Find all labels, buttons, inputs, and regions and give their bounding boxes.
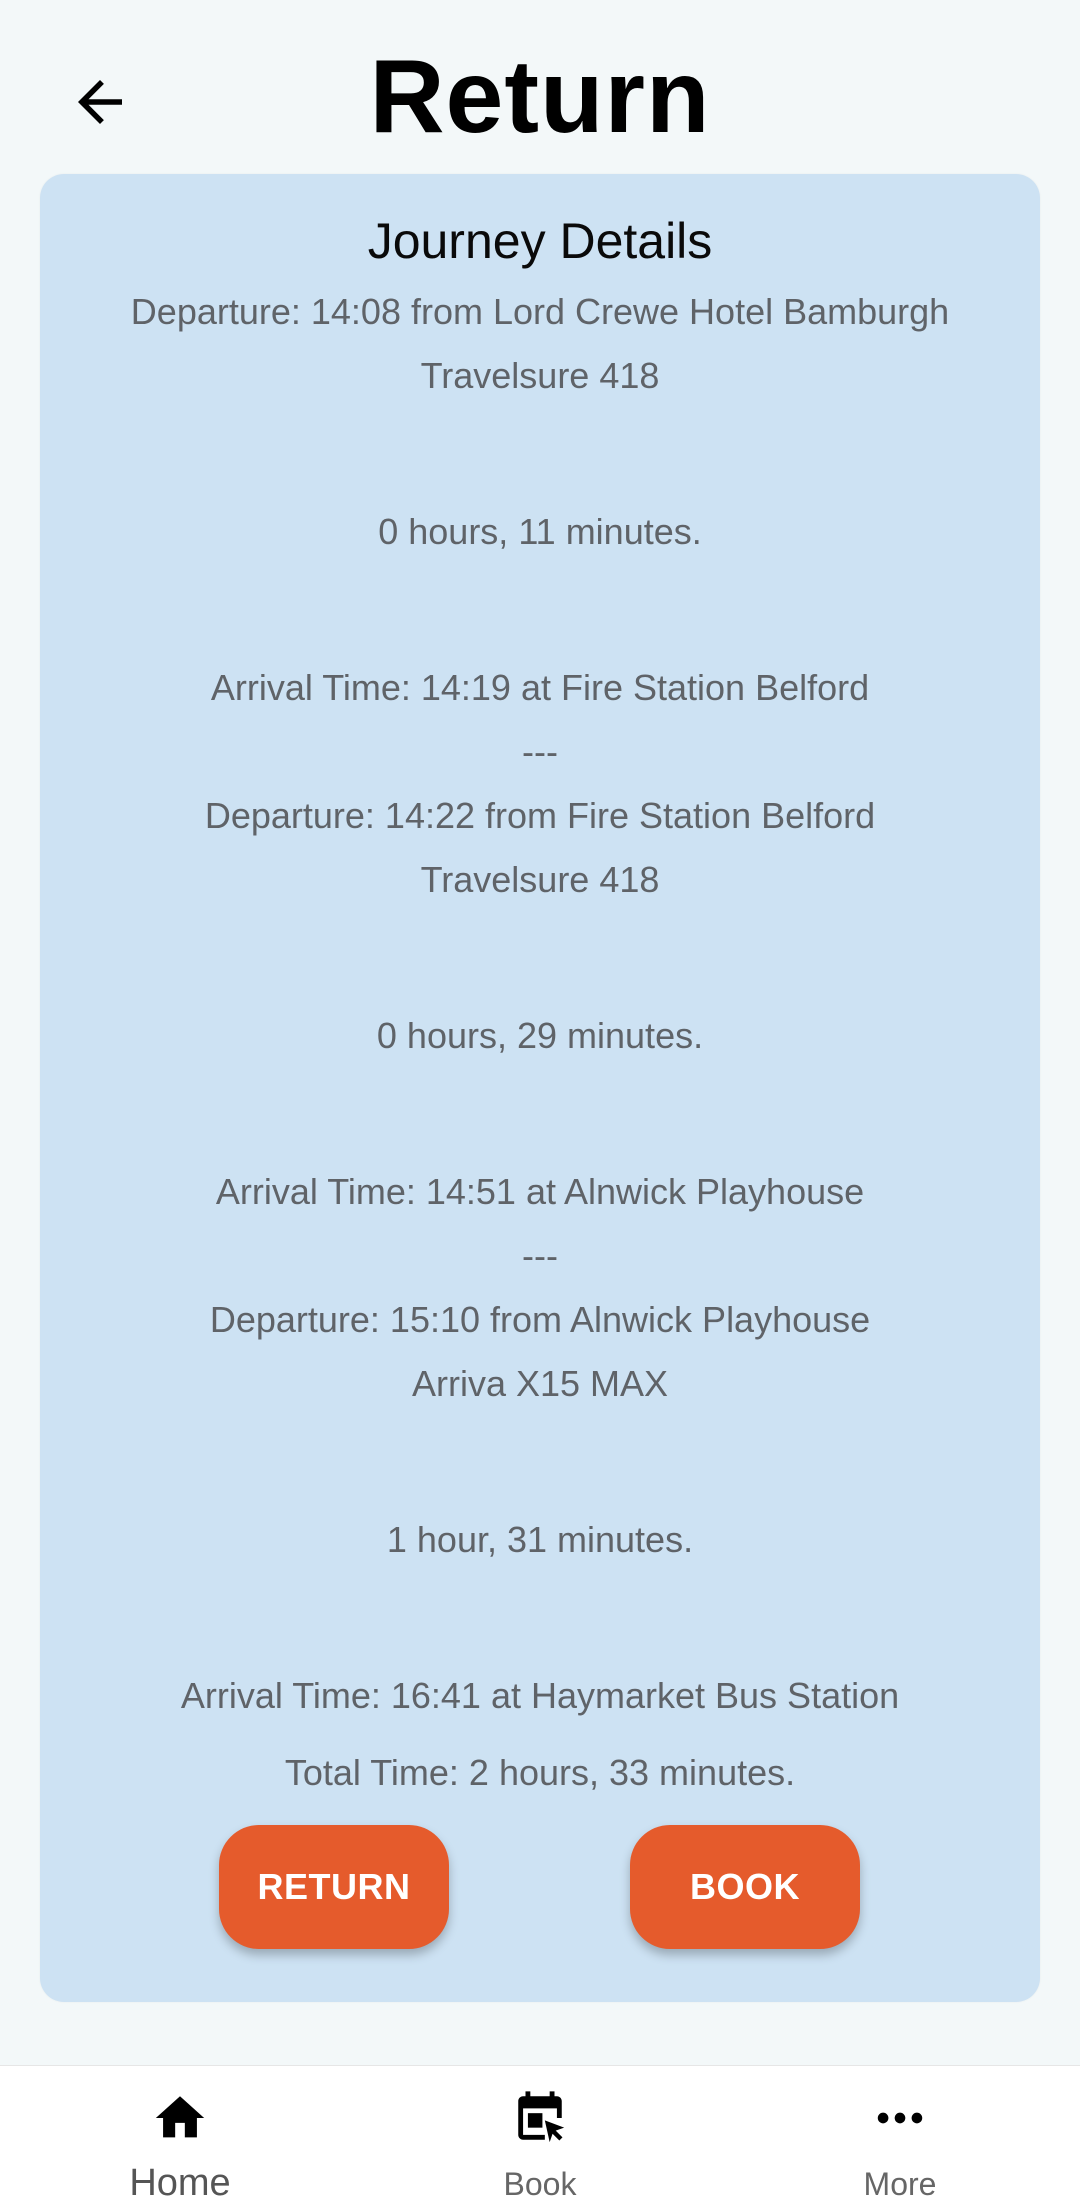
separator-line: --- [522, 1235, 558, 1276]
calendar-book-icon [510, 2088, 570, 2148]
nav-item-more[interactable]: More [720, 2066, 1080, 2210]
departure-line: Departure: 14:08 from Lord Crewe Hotel B… [130, 291, 950, 332]
nav-label-home: Home [129, 2162, 231, 2204]
arrival-line: Arrival Time: 14:19 at Fire Station Belf… [210, 667, 870, 708]
card-title: Journey Details [367, 213, 713, 269]
service-line: Travelsure 418 [420, 859, 660, 900]
arrival-line: Arrival Time: 16:41 at Haymarket Bus Sta… [180, 1675, 900, 1716]
service-line: Travelsure 418 [420, 355, 660, 396]
home-icon [150, 2088, 210, 2148]
journey-details-card: Journey Details Departure: 14:08 from Lo… [40, 174, 1040, 2002]
more-horizontal-icon [870, 2088, 930, 2148]
nav-label-book: Book [503, 2166, 577, 2202]
duration-line: 0 hours, 11 minutes. [378, 511, 702, 552]
nav-item-book[interactable]: Book [360, 2066, 720, 2210]
duration-line: 1 hour, 31 minutes. [386, 1519, 694, 1560]
departure-line: Departure: 15:10 from Alnwick Playhouse [209, 1299, 871, 1340]
nav-label-more: More [863, 2166, 937, 2202]
departure-line: Departure: 14:22 from Fire Station Belfo… [204, 795, 876, 836]
return-button[interactable]: RETURN [219, 1825, 449, 1949]
app-header: Return [0, 0, 1080, 175]
total-time-line: Total Time: 2 hours, 33 minutes. [284, 1752, 796, 1793]
service-line: Arriva X15 MAX [411, 1363, 669, 1404]
bottom-navigation: Home Book More [0, 2065, 1080, 2210]
page-title: Return [369, 39, 711, 155]
separator-line: --- [522, 731, 558, 772]
book-button[interactable]: BOOK [630, 1825, 860, 1949]
duration-line: 0 hours, 29 minutes. [376, 1015, 704, 1056]
arrival-line: Arrival Time: 14:51 at Alnwick Playhouse [215, 1171, 865, 1212]
nav-item-home[interactable]: Home [0, 2066, 360, 2210]
